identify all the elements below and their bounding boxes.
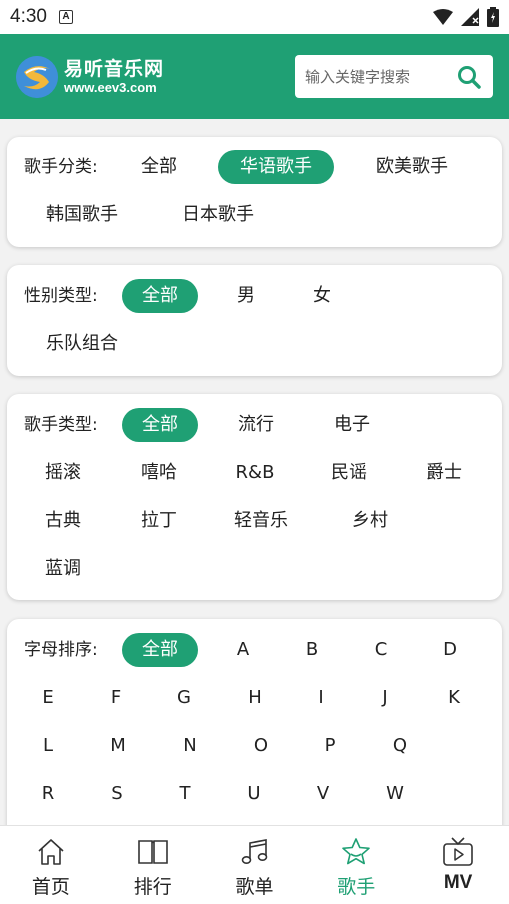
genre-option-rock[interactable]: 摇滚 — [32, 456, 94, 490]
status-icons — [433, 7, 499, 27]
category-label: 歌手分类: — [24, 157, 98, 177]
category-option-chinese[interactable]: 华语歌手 — [218, 150, 334, 184]
genre-option-folk[interactable]: 民谣 — [318, 456, 380, 490]
letter-option-c[interactable]: C — [361, 633, 401, 667]
letter-option-v[interactable]: V — [303, 777, 343, 811]
letter-option-f[interactable]: F — [96, 681, 136, 715]
tab-ranking[interactable]: 排行 — [102, 826, 204, 904]
category-filter-card: 歌手分类: 全部 华语歌手 欧美歌手 韩国歌手 日本歌手 — [7, 137, 502, 247]
letter-option-g[interactable]: G — [164, 681, 204, 715]
letter-label: 字母排序: — [24, 640, 98, 660]
tab-home[interactable]: 首页 — [0, 826, 102, 904]
letter-option-u[interactable]: U — [234, 777, 274, 811]
status-bar: 4:30 A — [0, 0, 509, 34]
tv-icon — [442, 836, 474, 868]
gender-label: 性别类型: — [24, 286, 98, 306]
gender-filter-card: 性别类型: 全部 男 女 乐队组合 — [7, 265, 502, 376]
letter-option-q[interactable]: Q — [380, 729, 420, 763]
wifi-icon — [433, 9, 453, 25]
book-icon — [137, 836, 169, 868]
home-icon — [35, 836, 67, 868]
letter-option-t[interactable]: T — [165, 777, 205, 811]
search-input[interactable] — [305, 67, 455, 86]
letter-option-r[interactable]: R — [28, 777, 68, 811]
letter-option-b[interactable]: B — [292, 633, 332, 667]
genre-option-classical[interactable]: 古典 — [32, 504, 94, 538]
signal-icon — [461, 8, 479, 26]
tab-playlist-label: 歌单 — [235, 876, 274, 898]
letter-option-o[interactable]: O — [241, 729, 281, 763]
letter-option-e[interactable]: E — [28, 681, 68, 715]
filter-panel: 歌手分类: 全部 华语歌手 欧美歌手 韩国歌手 日本歌手 性别类型: 全部 男 … — [0, 119, 509, 825]
genre-option-electronic[interactable]: 电子 — [321, 408, 383, 442]
status-time: 4:30 — [10, 6, 47, 27]
gender-option-female[interactable]: 女 — [298, 279, 346, 313]
genre-option-jazz[interactable]: 爵士 — [413, 456, 475, 490]
genre-option-light-music[interactable]: 轻音乐 — [220, 504, 302, 538]
genre-option-latin[interactable]: 拉丁 — [128, 504, 190, 538]
genre-option-all[interactable]: 全部 — [122, 408, 198, 442]
genre-option-country[interactable]: 乡村 — [339, 504, 401, 538]
letter-option-p[interactable]: P — [310, 729, 350, 763]
category-option-korean[interactable]: 韩国歌手 — [32, 198, 132, 232]
site-logo[interactable]: 易听音乐网 www.eev3.com — [16, 55, 165, 98]
letter-option-m[interactable]: M — [98, 729, 138, 763]
letter-option-h[interactable]: H — [235, 681, 275, 715]
letter-option-n[interactable]: N — [170, 729, 210, 763]
gender-option-band[interactable]: 乐队组合 — [32, 327, 132, 361]
music-note-icon — [238, 836, 270, 868]
tab-home-label: 首页 — [31, 876, 70, 898]
star-icon — [340, 836, 372, 868]
tab-singers-label: 歌手 — [337, 876, 376, 898]
app-header: 易听音乐网 www.eev3.com — [0, 34, 509, 119]
letter-option-w[interactable]: W — [375, 777, 415, 811]
gender-option-all[interactable]: 全部 — [122, 279, 198, 313]
tab-singers[interactable]: 歌手 — [305, 826, 407, 904]
genre-option-blues[interactable]: 蓝调 — [32, 552, 94, 586]
gender-option-male[interactable]: 男 — [222, 279, 270, 313]
tab-ranking-label: 排行 — [133, 876, 172, 898]
logo-url: www.eev3.com — [64, 79, 157, 95]
letter-option-k[interactable]: K — [434, 681, 474, 715]
letter-option-s[interactable]: S — [97, 777, 137, 811]
tab-playlist[interactable]: 歌单 — [204, 826, 306, 904]
category-option-all[interactable]: 全部 — [127, 150, 191, 184]
genre-label: 歌手类型: — [24, 415, 98, 435]
letter-option-d[interactable]: D — [430, 633, 470, 667]
letter-option-a[interactable]: A — [223, 633, 263, 667]
letter-filter-card: 字母排序: 全部 A B C D E F G H I J K L M N O P… — [7, 619, 502, 825]
search-button[interactable] — [455, 63, 483, 91]
letter-option-i[interactable]: I — [301, 681, 341, 715]
genre-filter-card: 歌手类型: 全部 流行 电子 摇滚 嘻哈 R&B 民谣 爵士 古典 拉丁 轻音乐… — [7, 394, 502, 600]
logo-title: 易听音乐网 — [64, 57, 165, 80]
logo-mark-icon — [16, 55, 58, 98]
battery-icon — [487, 7, 499, 27]
letter-option-all[interactable]: 全部 — [122, 633, 198, 667]
search-icon — [458, 65, 481, 89]
category-option-japanese[interactable]: 日本歌手 — [168, 198, 268, 232]
letter-option-l[interactable]: L — [28, 729, 68, 763]
tab-mv-label: MV — [443, 872, 473, 893]
genre-option-pop[interactable]: 流行 — [225, 408, 287, 442]
category-option-western[interactable]: 欧美歌手 — [362, 150, 462, 184]
tab-mv[interactable]: MV — [407, 826, 509, 904]
letter-option-j[interactable]: J — [365, 681, 405, 715]
notification-icon: A — [58, 10, 73, 24]
genre-option-hiphop[interactable]: 嘻哈 — [128, 456, 190, 490]
bottom-tab-bar: 首页 排行 歌单 歌手 MV — [0, 825, 509, 904]
genre-option-rnb[interactable]: R&B — [224, 456, 286, 490]
search-box — [295, 55, 493, 98]
